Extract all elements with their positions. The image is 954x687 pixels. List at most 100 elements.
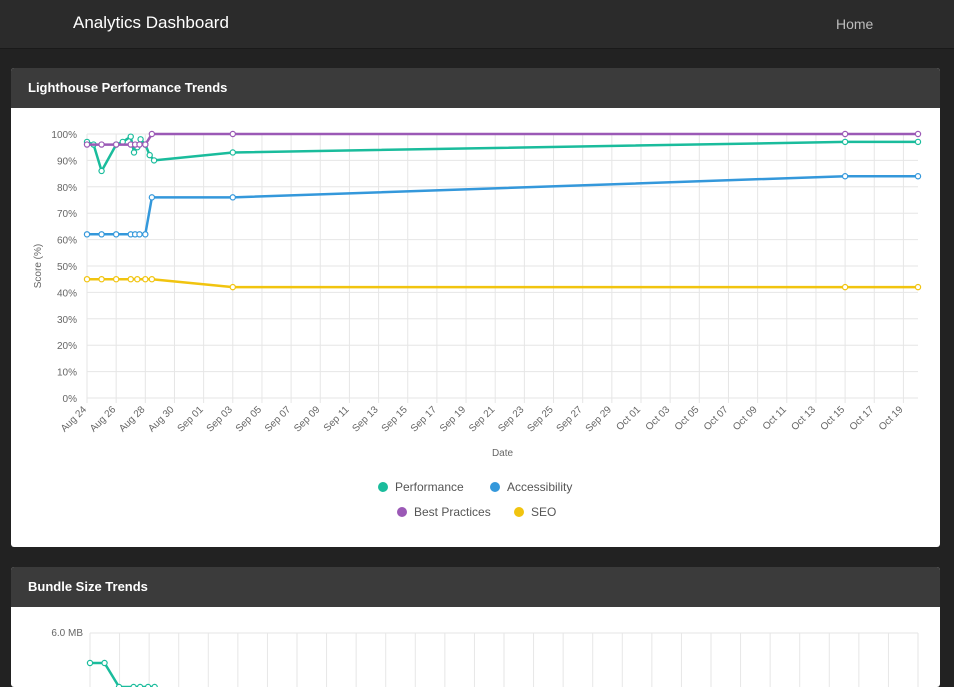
data-point — [914, 283, 922, 291]
x-tick-label: Sep 15 — [380, 404, 410, 434]
data-point — [146, 151, 153, 159]
data-point — [98, 275, 105, 283]
data-point — [914, 173, 922, 180]
y-tick-label: 70% — [57, 209, 77, 220]
data-point — [98, 141, 105, 148]
data-point — [101, 659, 108, 667]
data-point — [130, 149, 138, 156]
data-point — [112, 275, 120, 283]
card-title: Lighthouse Performance Trends — [11, 68, 940, 108]
data-point — [841, 173, 849, 180]
data-point — [229, 194, 236, 201]
legend-label: Performance — [395, 480, 464, 494]
series-line-performance — [86, 135, 918, 173]
legend-label: SEO — [531, 505, 556, 519]
data-point — [148, 194, 156, 201]
y-tick-label: 40% — [57, 288, 77, 299]
x-tick-label: Aug 28 — [117, 404, 147, 434]
data-point — [150, 157, 158, 164]
series-line — [90, 661, 155, 687]
series-line-seo — [87, 277, 918, 289]
x-tick-label: Sep 07 — [263, 404, 293, 434]
lighthouse-chart: 0%10%20%30%40%50%60%70%80%90%100%Aug 24A… — [33, 130, 922, 519]
x-tick-label: Oct 03 — [644, 404, 673, 433]
data-point — [134, 275, 141, 283]
data-point — [229, 283, 236, 291]
series-line-accessibility — [87, 174, 918, 236]
y-tick-label: 20% — [57, 341, 77, 352]
x-tick-label: Oct 11 — [761, 404, 789, 432]
y-tick-label: 6.0 MB — [51, 628, 83, 639]
y-tick-label: 80% — [57, 183, 77, 194]
data-point — [841, 138, 849, 146]
x-tick-label: Sep 13 — [351, 404, 381, 434]
data-point — [127, 133, 134, 140]
data-point — [98, 167, 105, 175]
data-point — [136, 141, 143, 148]
x-axis-title: Date — [492, 448, 514, 459]
x-tick-label: Oct 01 — [615, 404, 644, 433]
data-point — [112, 141, 120, 148]
data-point — [148, 130, 156, 138]
data-point — [142, 275, 149, 283]
x-tick-label: Sep 03 — [205, 404, 235, 434]
x-tick-label: Oct 19 — [877, 404, 906, 433]
data-point — [137, 136, 144, 143]
x-tick-label: Sep 19 — [438, 404, 468, 434]
data-point — [127, 275, 134, 283]
legend-marker — [378, 482, 388, 492]
navbar: Analytics Dashboard Home — [0, 0, 954, 49]
nav-link-home[interactable]: Home — [836, 16, 873, 32]
y-tick-label: 0% — [63, 394, 78, 405]
x-tick-label: Sep 11 — [322, 404, 352, 434]
x-tick-label: Oct 07 — [702, 404, 731, 433]
x-tick-label: Aug 30 — [146, 404, 176, 434]
x-tick-label: Sep 01 — [176, 404, 206, 434]
y-axis-title: Score (%) — [33, 244, 44, 288]
data-point — [229, 149, 236, 156]
x-tick-label: Oct 05 — [673, 404, 702, 433]
x-tick-label: Sep 21 — [467, 404, 497, 434]
data-point — [142, 231, 149, 238]
data-point — [83, 275, 91, 283]
x-tick-label: Sep 09 — [292, 404, 322, 434]
legend-label: Best Practices — [414, 505, 491, 519]
legend-marker — [490, 482, 500, 492]
x-tick-label: Sep 29 — [584, 404, 614, 434]
x-tick-label: Sep 27 — [555, 404, 585, 434]
data-point — [914, 138, 922, 146]
data-point — [83, 231, 91, 238]
brand-title[interactable]: Analytics Dashboard — [73, 13, 229, 33]
x-tick-label: Oct 17 — [848, 404, 877, 433]
data-point — [98, 231, 105, 238]
y-tick-label: 30% — [57, 315, 77, 326]
data-point — [86, 659, 94, 667]
data-point — [229, 130, 236, 138]
x-tick-label: Sep 05 — [234, 404, 264, 434]
y-tick-label: 60% — [57, 236, 77, 247]
y-tick-label: 50% — [57, 262, 77, 273]
y-tick-label: 100% — [51, 130, 77, 141]
data-point — [83, 141, 91, 148]
data-point — [142, 141, 149, 148]
x-tick-label: Aug 26 — [88, 404, 118, 434]
card-title: Bundle Size Trends — [11, 567, 940, 607]
data-point — [914, 130, 922, 138]
x-tick-label: Oct 15 — [819, 404, 848, 433]
legend-marker — [397, 507, 407, 517]
bundle-size-chart: 6.0 MB — [51, 628, 919, 687]
data-point — [841, 130, 849, 138]
bundle-size-card: Bundle Size Trends 6.0 MB — [11, 567, 940, 687]
data-point — [136, 231, 143, 238]
x-tick-label: Sep 17 — [409, 404, 439, 434]
legend-marker — [514, 507, 524, 517]
x-tick-label: Oct 09 — [731, 404, 760, 433]
data-point — [841, 283, 849, 291]
x-tick-label: Aug 24 — [59, 404, 89, 434]
legend-label: Accessibility — [507, 480, 572, 494]
x-tick-label: Sep 23 — [496, 404, 526, 434]
lighthouse-card: Lighthouse Performance Trends 0% 10% 20% 30… — [11, 68, 940, 547]
x-tick-label: Oct 13 — [789, 404, 818, 433]
data-point — [148, 275, 156, 283]
x-tick-label: Sep 25 — [525, 404, 555, 434]
